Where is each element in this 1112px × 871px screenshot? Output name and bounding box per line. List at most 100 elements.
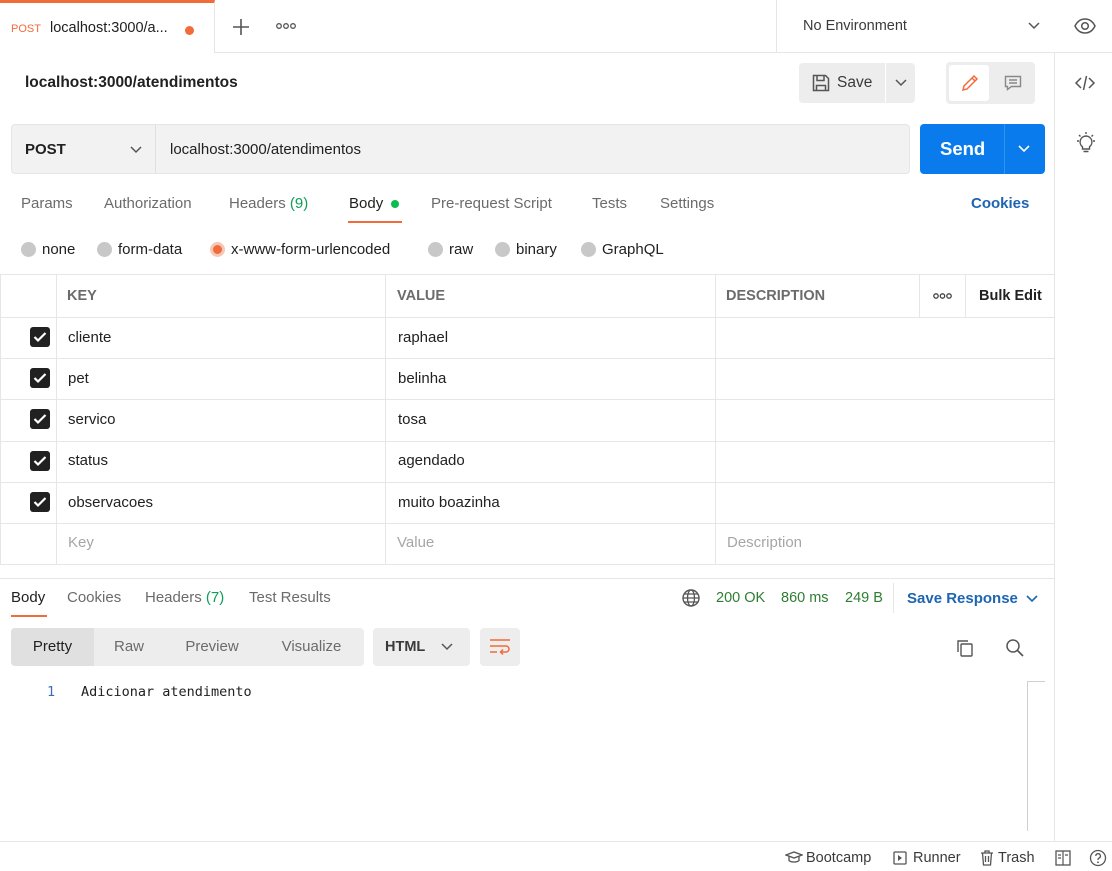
radio-circle xyxy=(21,242,36,257)
tab-body[interactable]: Body xyxy=(349,195,383,212)
tab-settings[interactable]: Settings xyxy=(660,195,714,212)
response-tab-body[interactable]: Body xyxy=(11,589,45,606)
key-cell[interactable]: servico xyxy=(68,411,116,428)
row-checkbox[interactable] xyxy=(30,327,50,347)
tab-headers-label: Headers xyxy=(229,195,286,212)
key-cell[interactable]: status xyxy=(68,452,108,469)
active-tab-underline xyxy=(348,221,402,223)
radio-label: form-data xyxy=(118,241,183,258)
chevron-down-icon xyxy=(129,145,143,155)
response-time[interactable]: 860 ms xyxy=(781,590,829,606)
radio-circle xyxy=(581,242,596,257)
radio-circle xyxy=(495,242,510,257)
chevron-down-icon[interactable] xyxy=(1025,594,1039,604)
response-tab-test-results[interactable]: Test Results xyxy=(249,589,331,606)
view-preview[interactable]: Preview xyxy=(169,628,255,666)
radio-circle xyxy=(97,242,112,257)
radio-label: GraphQL xyxy=(602,241,664,258)
save-button[interactable]: Save xyxy=(799,63,915,103)
value-cell[interactable]: tosa xyxy=(398,411,426,428)
new-tab-plus-icon[interactable] xyxy=(231,17,251,37)
request-title: localhost:3000/atendimentos xyxy=(25,74,238,91)
wrap-lines-button[interactable] xyxy=(480,628,520,666)
chevron-down-icon[interactable] xyxy=(894,78,908,88)
cookies-link[interactable]: Cookies xyxy=(971,195,1029,212)
radio-circle xyxy=(428,242,443,257)
comments-mode-button[interactable] xyxy=(992,65,1032,101)
scrollbar[interactable] xyxy=(1027,681,1045,831)
response-tab-cookies[interactable]: Cookies xyxy=(67,589,121,606)
radio-label: raw xyxy=(449,241,474,258)
method-label: POST xyxy=(25,141,66,158)
line-number: 1 xyxy=(47,684,56,700)
tab-params[interactable]: Params xyxy=(21,195,73,212)
view-pretty[interactable]: Pretty xyxy=(11,628,94,666)
runner-link[interactable]: Runner xyxy=(913,850,961,866)
status-bar: Bootcamp Runner Trash xyxy=(0,841,1112,871)
copy-icon[interactable] xyxy=(955,638,975,658)
globe-icon[interactable] xyxy=(681,588,701,608)
params-table: KEY VALUE DESCRIPTION Bulk Edit cliente … xyxy=(0,274,1055,565)
bootcamp-link[interactable]: Bootcamp xyxy=(806,850,871,866)
key-input[interactable]: Key xyxy=(68,534,94,551)
help-icon[interactable] xyxy=(1089,849,1107,867)
row-checkbox[interactable] xyxy=(30,492,50,512)
value-cell[interactable]: agendado xyxy=(398,452,465,469)
save-response-button[interactable]: Save Response xyxy=(907,590,1018,607)
language-select[interactable]: HTML xyxy=(373,628,470,666)
tab-headers[interactable]: Headers (9) xyxy=(229,195,308,212)
value-cell[interactable]: belinha xyxy=(398,370,446,387)
environment-label: No Environment xyxy=(803,18,907,34)
save-icon xyxy=(811,73,831,93)
response-view-tabs: Pretty Raw Preview Visualize xyxy=(11,628,364,666)
key-cell[interactable]: pet xyxy=(68,370,89,387)
trash-link[interactable]: Trash xyxy=(998,850,1035,866)
trash-icon xyxy=(979,849,995,866)
key-cell[interactable]: observacoes xyxy=(68,494,153,511)
two-pane-icon[interactable] xyxy=(1055,850,1071,866)
tab-tests[interactable]: Tests xyxy=(592,195,627,212)
status-code[interactable]: 200 OK xyxy=(716,590,765,606)
tab-prerequest-script[interactable]: Pre-request Script xyxy=(431,195,552,212)
chevron-down-icon xyxy=(440,642,454,652)
value-input[interactable]: Value xyxy=(397,534,434,551)
mode-toggle xyxy=(946,62,1035,104)
value-cell[interactable]: muito boazinha xyxy=(398,494,500,511)
search-icon[interactable] xyxy=(1005,638,1025,658)
wrap-lines-icon xyxy=(489,637,511,657)
response-tab-headers[interactable]: Headers (7) xyxy=(145,589,224,606)
value-cell[interactable]: raphael xyxy=(398,329,448,346)
code-icon[interactable] xyxy=(1074,73,1096,93)
send-button[interactable]: Send xyxy=(920,124,1045,174)
eye-icon[interactable] xyxy=(1074,16,1096,36)
language-label: HTML xyxy=(385,639,426,655)
bootcamp-icon xyxy=(785,850,803,866)
unsaved-dot-icon xyxy=(185,26,194,35)
url-input[interactable]: localhost:3000/atendimentos xyxy=(155,124,910,174)
more-tabs-icon[interactable] xyxy=(276,20,296,32)
tab-authorization[interactable]: Authorization xyxy=(104,195,192,212)
row-checkbox[interactable] xyxy=(30,368,50,388)
lightbulb-icon[interactable] xyxy=(1075,131,1097,155)
row-checkbox[interactable] xyxy=(30,451,50,471)
key-cell[interactable]: cliente xyxy=(68,329,111,346)
table-options-icon[interactable] xyxy=(933,291,952,301)
environment-select[interactable]: No Environment xyxy=(776,0,1055,53)
request-tab[interactable]: POST localhost:3000/a... xyxy=(0,0,215,53)
bulk-edit-button[interactable]: Bulk Edit xyxy=(979,288,1042,304)
active-tab-underline xyxy=(11,615,47,617)
right-sidebar xyxy=(1054,53,1112,841)
request-tab-method: POST xyxy=(11,23,41,35)
save-response-label: Save Response xyxy=(907,590,1018,607)
view-visualize[interactable]: Visualize xyxy=(263,628,360,666)
method-select[interactable]: POST xyxy=(11,124,156,174)
radio-label: none xyxy=(42,241,76,258)
chevron-down-icon[interactable] xyxy=(1017,144,1031,154)
response-size[interactable]: 249 B xyxy=(845,590,883,606)
view-raw[interactable]: Raw xyxy=(94,628,164,666)
row-checkbox[interactable] xyxy=(30,409,50,429)
comment-icon xyxy=(1003,73,1023,93)
edit-mode-button[interactable] xyxy=(949,65,989,101)
description-input[interactable]: Description xyxy=(727,534,802,551)
body-indicator-dot xyxy=(391,200,399,208)
